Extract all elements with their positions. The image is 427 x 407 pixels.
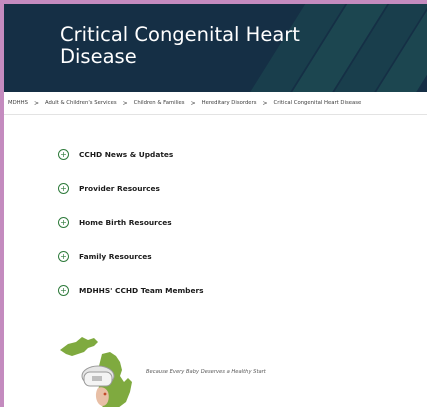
program-tagline: Because Every Baby Deserves a Healthy St… [146,369,266,375]
accordion-item-home-birth-resources[interactable]: + Home Birth Resources [58,205,398,239]
michigan-map-icon [60,337,132,407]
plus-circle-icon: + [58,250,69,262]
breadcrumb-item-current: Critical Congenital Heart Disease [273,100,362,106]
program-logo: Because Every Baby Deserves a Healthy St… [58,332,318,407]
page-title: Critical Congenital Heart Disease [60,23,300,68]
breadcrumb-item-hereditary-disorders[interactable]: Hereditary Disorders [202,100,257,106]
accordion-item-provider-resources[interactable]: + Provider Resources [58,171,398,205]
accordion-item-family-resources[interactable]: + Family Resources [58,239,398,273]
chevron-right-icon: > [190,99,196,107]
accordion-label: Provider Resources [79,183,160,193]
plus-circle-icon: + [58,182,69,194]
page: Critical Congenital Heart Disease MDHHS … [4,4,427,407]
chevron-right-icon: > [33,99,40,107]
accordion-label: Home Birth Resources [79,217,172,227]
plus-circle-icon: + [58,216,69,228]
pulse-oximeter-icon [81,365,115,387]
accordion-item-news[interactable]: + CCHD News & Updates [58,137,398,171]
breadcrumb-item-adult-childrens-services[interactable]: Adult & Children's Services [45,100,117,106]
accordion: + CCHD News & Updates + Provider Resourc… [58,137,398,307]
accordion-label: MDHHS' CCHD Team Members [79,285,204,295]
hero-banner: Critical Congenital Heart Disease [4,4,427,92]
accordion-label: CCHD News & Updates [79,149,174,159]
breadcrumb-item-mdhhs[interactable]: MDHHS [8,100,28,106]
breadcrumb: MDHHS > Adult & Children's Services > Ch… [4,92,427,115]
plus-circle-icon: + [58,148,69,160]
accordion-item-team-members[interactable]: + MDHHS' CCHD Team Members [58,273,398,307]
chevron-right-icon: > [262,99,268,107]
accordion-label: Family Resources [79,251,152,261]
chevron-right-icon: > [122,99,128,107]
breadcrumb-item-children-families[interactable]: Children & Families [134,100,185,106]
plus-circle-icon: + [58,284,69,296]
